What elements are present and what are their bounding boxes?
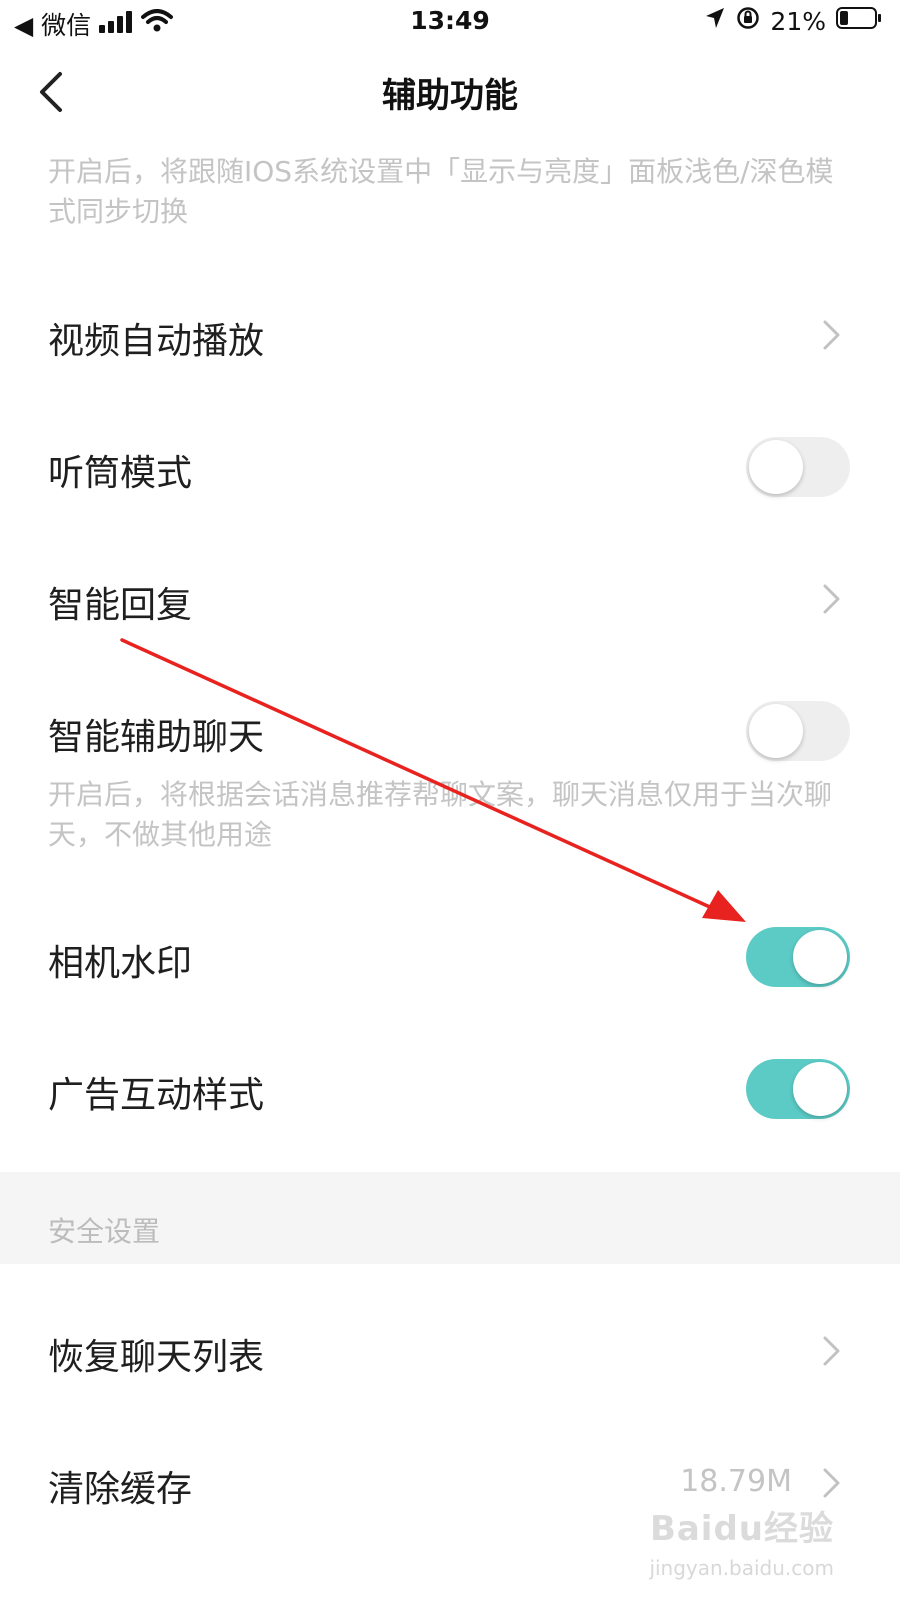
ad-interaction-toggle[interactable] bbox=[746, 1059, 850, 1119]
row-label: 清除缓存 bbox=[48, 1469, 193, 1510]
video-autoplay-row[interactable]: 视频自动播放 bbox=[0, 290, 900, 380]
battery-percent: 21% bbox=[770, 6, 826, 36]
smart-chat-assist-row: 智能辅助聊天 bbox=[0, 686, 900, 776]
security-section-header: 安全设置 bbox=[0, 1172, 900, 1264]
dark-mode-description: 开启后，将跟随IOS系统设置中「显示与亮度」面板浅色/深色模式同步切换 bbox=[48, 155, 834, 228]
earpiece-mode-toggle[interactable] bbox=[746, 437, 850, 497]
baidu-watermark: Baidu经验 bbox=[649, 1509, 834, 1549]
toggle-knob bbox=[793, 1062, 847, 1116]
restore-chat-list-row[interactable]: 恢复聊天列表 bbox=[0, 1306, 900, 1396]
section-title: 安全设置 bbox=[48, 1215, 161, 1248]
smart-chat-assist-toggle[interactable] bbox=[746, 701, 850, 761]
row-label: 恢复聊天列表 bbox=[48, 1337, 265, 1378]
toggle-knob bbox=[749, 440, 803, 494]
smart-reply-row[interactable]: 智能回复 bbox=[0, 554, 900, 644]
chevron-right-icon bbox=[823, 584, 840, 614]
row-label: 视频自动播放 bbox=[48, 321, 265, 362]
baidu-watermark-url: jingyan.baidu.com bbox=[649, 1556, 834, 1580]
row-label: 相机水印 bbox=[48, 943, 193, 984]
earpiece-mode-row: 听筒模式 bbox=[0, 422, 900, 512]
page-title: 辅助功能 bbox=[382, 76, 518, 116]
row-label: 智能辅助聊天 bbox=[48, 717, 265, 758]
row-label: 智能回复 bbox=[48, 585, 193, 626]
smart-chat-description: 开启后，将根据会话消息推荐帮聊文案，聊天消息仅用于当次聊天，不做其他用途 bbox=[48, 778, 833, 851]
toggle-knob bbox=[749, 704, 803, 758]
cache-size-value: 18.79M bbox=[680, 1464, 792, 1499]
status-bar: ◀ 微信 13:49 21% bbox=[0, 0, 900, 48]
chevron-right-icon bbox=[823, 1336, 840, 1366]
rotation-lock-icon bbox=[736, 6, 760, 36]
camera-watermark-row: 相机水印 bbox=[0, 912, 900, 1002]
chevron-right-icon bbox=[823, 1468, 840, 1498]
location-icon bbox=[704, 6, 726, 36]
status-right: 21% bbox=[704, 6, 882, 36]
toggle-knob bbox=[793, 930, 847, 984]
camera-watermark-toggle[interactable] bbox=[746, 927, 850, 987]
nav-bar: 辅助功能 bbox=[0, 48, 900, 134]
ad-interaction-row: 广告互动样式 bbox=[0, 1044, 900, 1134]
row-label: 广告互动样式 bbox=[48, 1075, 265, 1116]
battery-icon bbox=[836, 6, 882, 36]
row-label: 听筒模式 bbox=[48, 453, 193, 494]
chevron-right-icon bbox=[823, 320, 840, 350]
